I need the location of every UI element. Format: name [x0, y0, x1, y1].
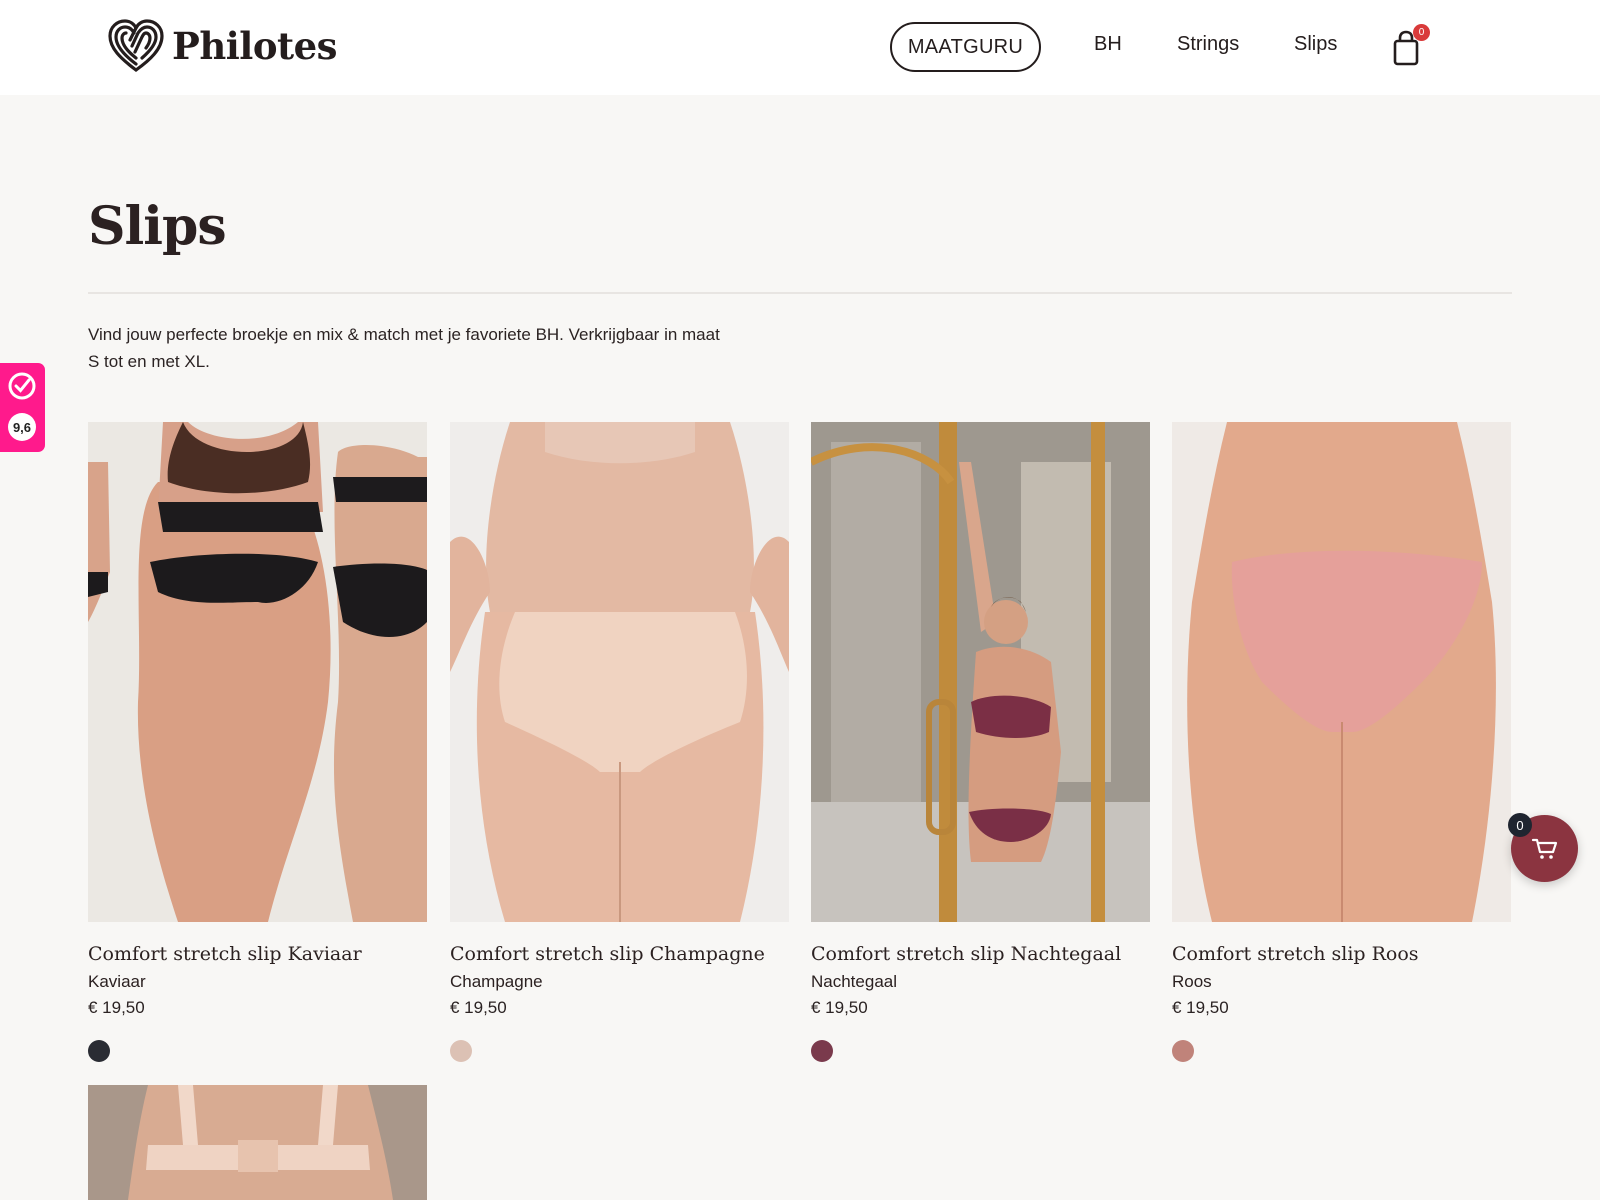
nav-link-strings[interactable]: Strings [1177, 33, 1239, 56]
cart-count-badge: 0 [1413, 24, 1430, 41]
product-price: € 19,50 [450, 998, 507, 1017]
product-price: € 19,50 [88, 998, 145, 1017]
color-swatch[interactable] [1172, 1040, 1194, 1062]
product-title[interactable]: Comfort stretch slip Roos [1172, 943, 1419, 965]
color-swatch[interactable] [88, 1040, 110, 1062]
color-swatch[interactable] [811, 1040, 833, 1062]
maatguru-button[interactable]: MAATGURU [890, 22, 1041, 72]
nav-link-slips[interactable]: Slips [1294, 33, 1337, 56]
product-title[interactable]: Comfort stretch slip Nachtegaal [811, 943, 1121, 965]
product-image[interactable] [88, 1085, 427, 1200]
site-header: Philotes MAATGURU BH Strings Slips 0 [0, 0, 1600, 95]
intro-text: Vind jouw perfecte broekje en mix & matc… [88, 325, 720, 371]
color-swatch[interactable] [450, 1040, 472, 1062]
review-widget[interactable]: 9,6 [0, 363, 45, 452]
floating-cart-count: 0 [1508, 813, 1532, 837]
product-title[interactable]: Comfort stretch slip Champagne [450, 943, 765, 965]
review-check-icon [8, 372, 36, 400]
product-image[interactable] [1172, 422, 1511, 922]
fingerprint-heart-icon [108, 19, 164, 72]
cart-icon [1531, 838, 1557, 859]
review-score: 9,6 [8, 413, 36, 441]
product-image[interactable] [811, 422, 1150, 922]
product-price: € 19,50 [1172, 998, 1229, 1017]
product-variant: Kaviaar [88, 972, 146, 991]
page-title: Slips [88, 196, 227, 257]
product-image[interactable] [88, 422, 427, 922]
product-variant: Nachtegaal [811, 972, 898, 991]
nav-link-bh[interactable]: BH [1094, 33, 1122, 56]
product-variant: Champagne [450, 972, 543, 991]
brand-name: Philotes [172, 24, 337, 68]
product-price: € 19,50 [811, 998, 868, 1017]
product-image[interactable] [450, 422, 789, 922]
product-card[interactable] [88, 1085, 427, 1200]
product-title[interactable]: Comfort stretch slip Kaviaar [88, 943, 362, 965]
title-divider [88, 292, 1512, 294]
brand-logo[interactable]: Philotes [106, 18, 337, 74]
product-variant: Roos [1172, 972, 1212, 991]
